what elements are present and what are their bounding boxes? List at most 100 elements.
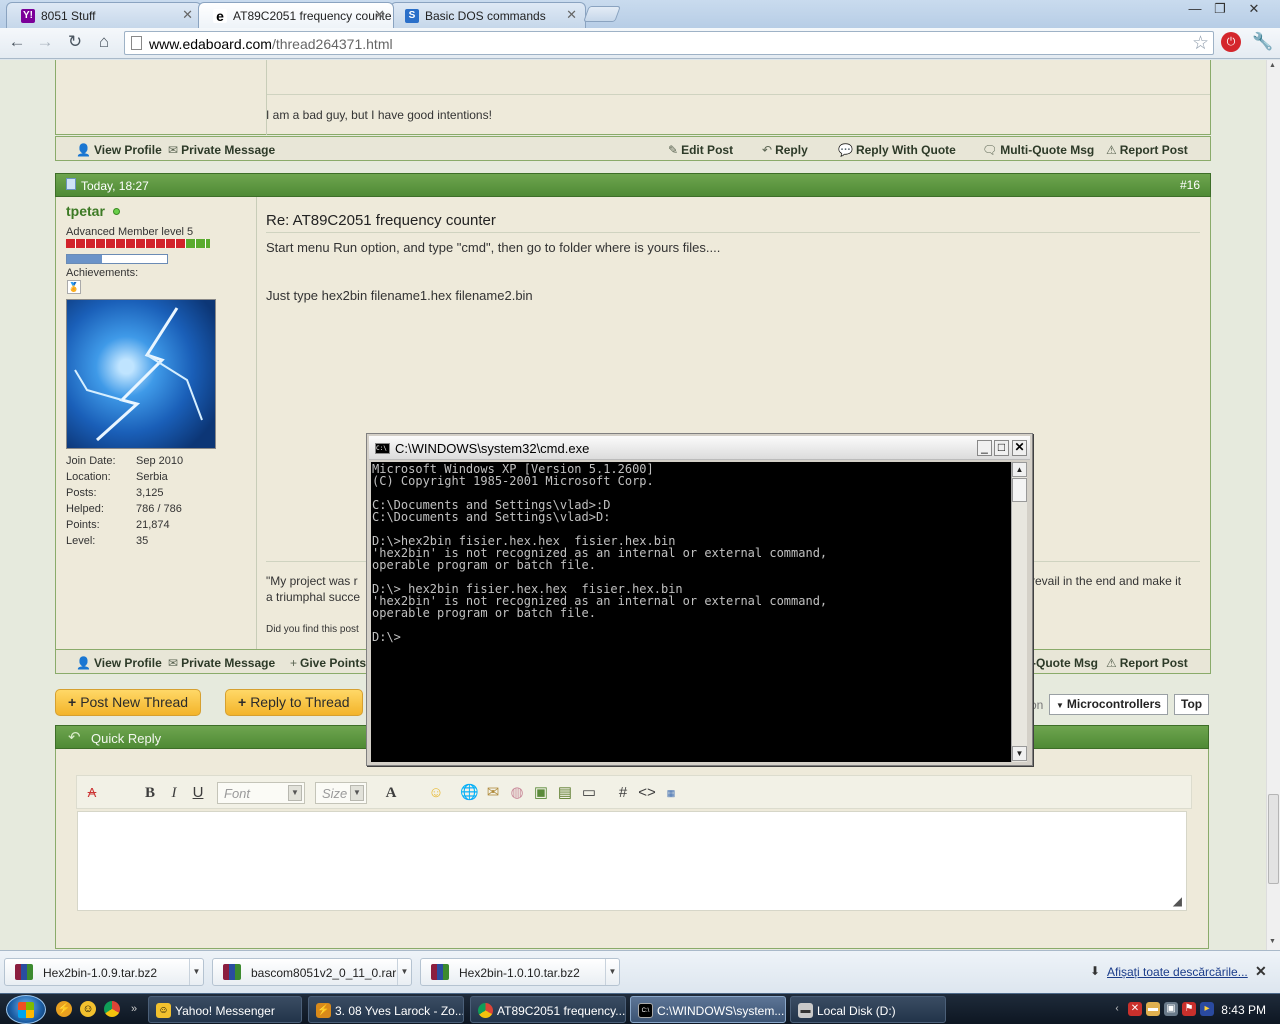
reply-textarea[interactable]: ◢ <box>77 811 1187 911</box>
tab-basic-dos[interactable]: S Basic DOS commands ✕ <box>390 2 586 28</box>
cmd-title-bar[interactable]: C:\ C:\WINDOWS\system32\cmd.exe _ □ ✕ <box>369 436 1030 460</box>
forum-jump-select[interactable]: ▼ Microcontrollers <box>1049 694 1168 715</box>
quicklaunch-more-icon[interactable]: » <box>126 1001 142 1017</box>
tray-antivirus-icon[interactable]: ✕ <box>1128 1002 1142 1016</box>
forward-icon[interactable]: → <box>34 33 56 53</box>
private-message-button[interactable]: ✉ Private Message <box>168 656 275 670</box>
quicklaunch-winamp-icon[interactable]: ⚡ <box>56 1001 72 1017</box>
wrench-icon[interactable]: 🔧 <box>1252 33 1274 53</box>
signature-text-a: "My project was r <box>266 574 358 588</box>
task-yahoo-messenger[interactable]: ☺ Yahoo! Messenger <box>148 996 302 1023</box>
download-item[interactable]: bascom8051v2_0_11_0.rar ▼ <box>212 958 412 986</box>
chevron-down-icon: ▼ <box>189 959 203 985</box>
address-bar[interactable]: www.edaboard.com/thread264371.html ☆ <box>124 31 1214 55</box>
back-icon[interactable]: ← <box>6 33 28 53</box>
edit-post-button[interactable]: ✎ Edit Post <box>668 143 733 157</box>
post-title: Re: AT89C2051 frequency counter <box>266 212 496 229</box>
task-local-disk[interactable]: ▬ Local Disk (D:) <box>790 996 946 1023</box>
reply-with-quote-button[interactable]: 💬 Reply With Quote <box>838 143 956 157</box>
previous-post-footer: 👤 View Profile ✉ Private Message ✎ Edit Pos… <box>55 136 1211 161</box>
close-tab-icon[interactable]: ✕ <box>566 7 577 23</box>
reply-to-thread-button[interactable]: + Reply to Thread <box>225 689 363 716</box>
restore-icon[interactable]: ❐ <box>1209 2 1231 18</box>
cmd-scrollbar[interactable]: ▲ ▼ <box>1011 462 1027 762</box>
task-chrome[interactable]: AT89C2051 frequency... <box>470 996 626 1023</box>
tray-expand-icon[interactable]: ‹ <box>1110 1002 1124 1016</box>
bookmark-star-icon[interactable]: ☆ <box>1192 32 1209 55</box>
link-icon[interactable]: 🌐 <box>460 784 479 802</box>
achievement-badge-icon[interactable]: 🏅 <box>67 280 81 294</box>
cmd-output-line: C:\Documents and Settings\vlad>D: <box>372 510 611 524</box>
report-post-button[interactable]: ⚠ Report Post <box>1106 656 1188 670</box>
adblock-icon[interactable]: ⏻ <box>1221 32 1241 52</box>
font-select[interactable]: Font ▼ <box>217 782 305 804</box>
close-window-icon[interactable]: ✕ <box>1243 2 1265 18</box>
quicklaunch-chrome-icon[interactable] <box>104 1001 120 1017</box>
page-scrollbar[interactable]: ▲ ▼ <box>1266 60 1280 950</box>
code-icon[interactable]: <> <box>638 784 656 802</box>
scroll-up-icon[interactable]: ▲ <box>1012 462 1027 477</box>
cmd-console-output[interactable]: Microsoft Windows XP [Version 5.1.2600](… <box>371 462 1011 762</box>
tray-tv-icon[interactable]: ▸ <box>1200 1002 1214 1016</box>
scroll-thumb[interactable] <box>1268 794 1279 884</box>
tab-at89c2051[interactable]: e AT89C2051 frequency counte ✕ <box>198 2 394 28</box>
info-posts: Posts: 3,125 <box>66 487 164 499</box>
post-number[interactable]: #16 <box>1180 178 1200 192</box>
quote-icon[interactable]: ▭ <box>580 784 598 802</box>
underline-icon[interactable]: U <box>189 784 207 802</box>
maximize-icon[interactable]: □ <box>994 440 1009 456</box>
username[interactable]: tpetar <box>66 203 105 219</box>
close-tab-icon[interactable]: ✕ <box>182 7 193 23</box>
task-winamp[interactable]: ⚡ 3. 08 Yves Larock - Zo... <box>308 996 464 1023</box>
new-tab-button[interactable] <box>583 6 621 22</box>
report-post-button[interactable]: ⚠ Report Post <box>1106 143 1188 157</box>
cmd-window[interactable]: C:\ C:\WINDOWS\system32\cmd.exe _ □ ✕ Mi… <box>366 433 1033 766</box>
tray-flag-icon[interactable]: ⚑ <box>1182 1002 1196 1016</box>
tab-8051-stuff[interactable]: Y! 8051 Stuff ✕ <box>6 2 202 28</box>
reload-icon[interactable]: ↻ <box>64 33 86 53</box>
multi-quote-button[interactable]: -Quote Msg <box>1032 656 1098 670</box>
video-icon[interactable]: ▤ <box>556 784 574 802</box>
close-icon[interactable]: ✕ <box>1012 440 1027 456</box>
page-icon <box>131 36 142 50</box>
smiley-icon[interactable]: ☺ <box>427 784 445 802</box>
download-item[interactable]: Hex2bin-1.0.9.tar.bz2 ▼ <box>4 958 204 986</box>
scroll-thumb[interactable] <box>1012 478 1027 502</box>
size-select[interactable]: Size ▼ <box>315 782 367 804</box>
scroll-down-icon[interactable]: ▼ <box>1012 746 1027 761</box>
resize-grip-icon[interactable]: ◢ <box>1173 894 1182 908</box>
show-all-downloads-link[interactable]: Afișați toate descărcările... <box>1107 965 1248 979</box>
tray-folder-icon[interactable]: ▬ <box>1146 1002 1160 1016</box>
top-button[interactable]: Top <box>1174 694 1210 715</box>
home-icon[interactable]: ⌂ <box>93 33 115 53</box>
reply-button[interactable]: ↶ Reply <box>762 143 808 157</box>
clock[interactable]: 8:43 PM <box>1221 1003 1266 1017</box>
tray-network-icon[interactable]: ▣ <box>1164 1002 1178 1016</box>
hash-icon[interactable]: # <box>614 784 632 802</box>
italic-icon[interactable]: I <box>165 784 183 802</box>
private-message-button[interactable]: ✉ Private Message <box>168 143 275 157</box>
minimize-icon[interactable]: — <box>1184 2 1206 18</box>
give-points-button[interactable]: + Give Points <box>290 656 366 670</box>
scroll-up-icon: ▲ <box>1269 62 1276 69</box>
minimize-icon[interactable]: _ <box>977 440 992 456</box>
view-profile-button[interactable]: 👤 View Profile <box>76 143 162 157</box>
close-shelf-icon[interactable]: ✕ <box>1255 963 1267 980</box>
avatar[interactable] <box>66 299 216 449</box>
download-item[interactable]: Hex2bin-1.0.10.tar.bz2 ▼ <box>420 958 620 986</box>
text-color-icon[interactable]: A <box>382 784 400 802</box>
unlink-icon[interactable]: ◍ <box>508 784 526 802</box>
remove-format-icon[interactable]: A <box>83 784 101 802</box>
image-icon[interactable]: ▣ <box>532 784 550 802</box>
start-button[interactable] <box>6 995 46 1024</box>
multi-quote-button[interactable]: 🗨 Multi-Quote Msg <box>982 143 1094 157</box>
view-profile-button[interactable]: 👤 View Profile <box>76 656 162 670</box>
post-new-thread-button[interactable]: + Post New Thread <box>55 689 202 716</box>
url-text[interactable]: www.edaboard.com/thread264371.html <box>149 36 393 52</box>
task-cmd[interactable]: C:\ C:\WINDOWS\system... <box>630 996 786 1023</box>
php-icon[interactable]: ▦ <box>662 784 680 802</box>
close-tab-icon[interactable]: ✕ <box>374 7 385 23</box>
quicklaunch-messenger-icon[interactable]: ☺ <box>80 1001 96 1017</box>
email-icon[interactable]: ✉ <box>484 784 502 802</box>
bold-icon[interactable]: B <box>141 784 159 802</box>
